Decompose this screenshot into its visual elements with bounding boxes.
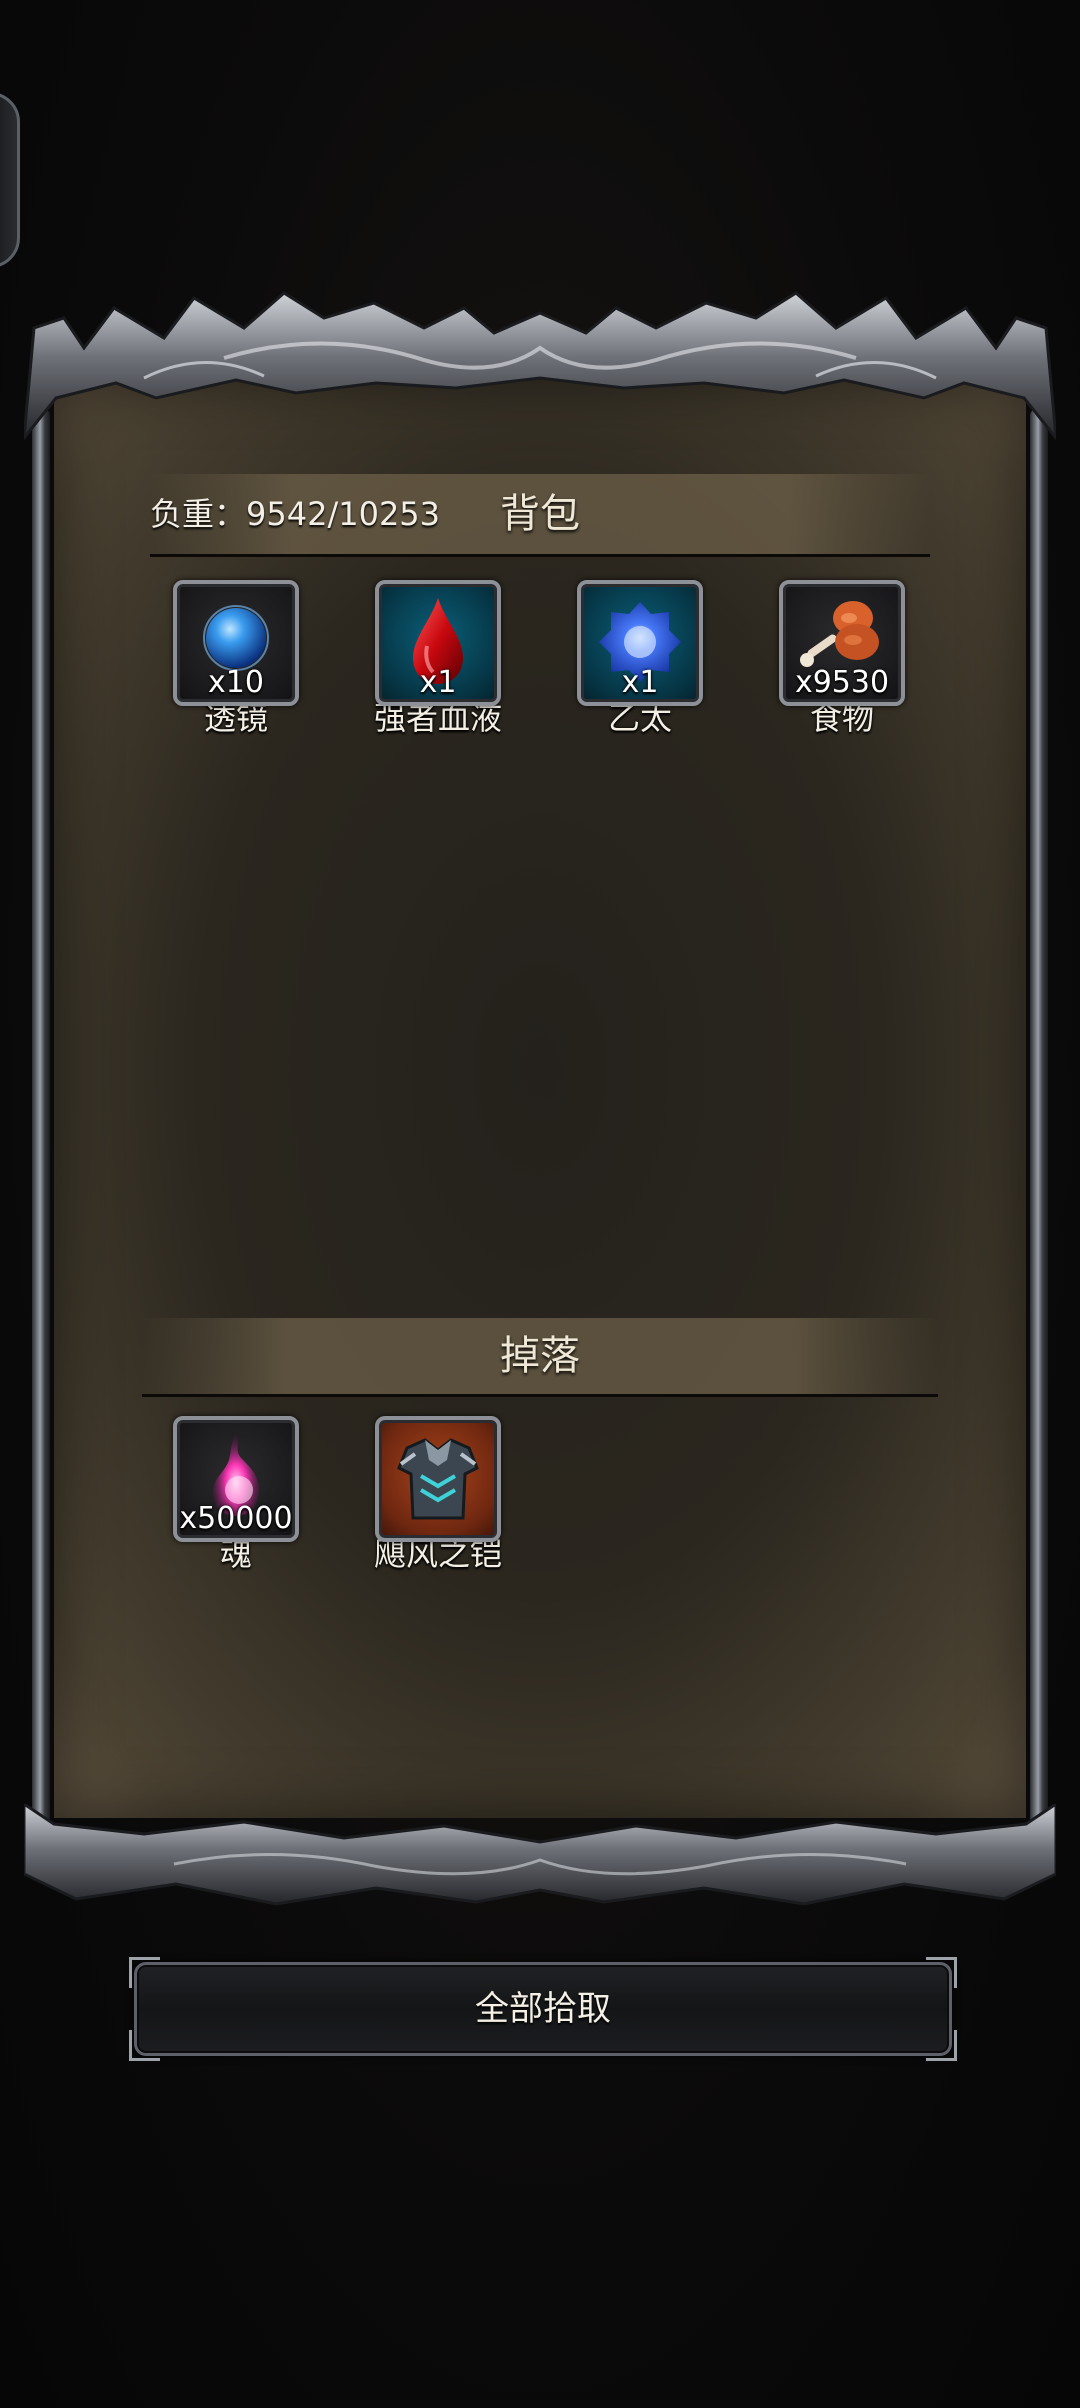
frame-bottom-ornament <box>24 1804 1056 1906</box>
drops-title: 掉落 <box>500 1333 580 1379</box>
button-corner-ornament <box>129 2030 160 2061</box>
backpack-item-food[interactable]: x9530 食物 <box>772 580 912 738</box>
backpack-item-strong-blood[interactable]: x1 强者血液 <box>368 580 508 738</box>
pickup-all-label: 全部拾取 <box>475 1989 611 2029</box>
frame-top-ornament <box>24 291 1056 441</box>
frame-right-edge <box>1030 408 1048 1828</box>
item-slot: x10 <box>173 580 299 706</box>
button-corner-ornament <box>926 1957 957 1988</box>
drop-item-hurricane-armor[interactable]: 飓风之铠 <box>368 1416 508 1574</box>
item-count: x1 <box>419 665 457 700</box>
drops-header: 掉落 <box>142 1318 938 1397</box>
item-count: x1 <box>621 665 659 700</box>
backpack-item-lens[interactable]: x10 透镜 <box>166 580 306 738</box>
pickup-all-button[interactable]: 全部拾取 <box>129 1957 957 2061</box>
item-slot: x1 <box>375 580 501 706</box>
backpack-header: 负重：9542/10253 背包 <box>150 474 930 557</box>
button-corner-ornament <box>129 1957 160 1988</box>
item-count: x10 <box>208 665 264 700</box>
item-slot: x50000 <box>173 1416 299 1542</box>
item-count: x9530 <box>794 665 890 700</box>
item-count: x50000 <box>179 1501 293 1536</box>
item-slot: x1 <box>577 580 703 706</box>
button-corner-ornament <box>926 2030 957 2061</box>
side-drawer-handle[interactable] <box>0 92 20 268</box>
backpack-title: 背包 <box>500 491 580 537</box>
frame-left-edge <box>32 408 50 1828</box>
backpack-item-ether[interactable]: x1 乙太 <box>570 580 710 738</box>
item-slot: x9530 <box>779 580 905 706</box>
game-screen: 负重：9542/10253 背包 x10 透镜 x1 强者血液 x1 乙太 x9… <box>0 0 1080 2408</box>
item-slot <box>375 1416 501 1542</box>
drop-item-soul[interactable]: x50000 魂 <box>166 1416 306 1574</box>
armor-icon <box>397 1438 479 1520</box>
